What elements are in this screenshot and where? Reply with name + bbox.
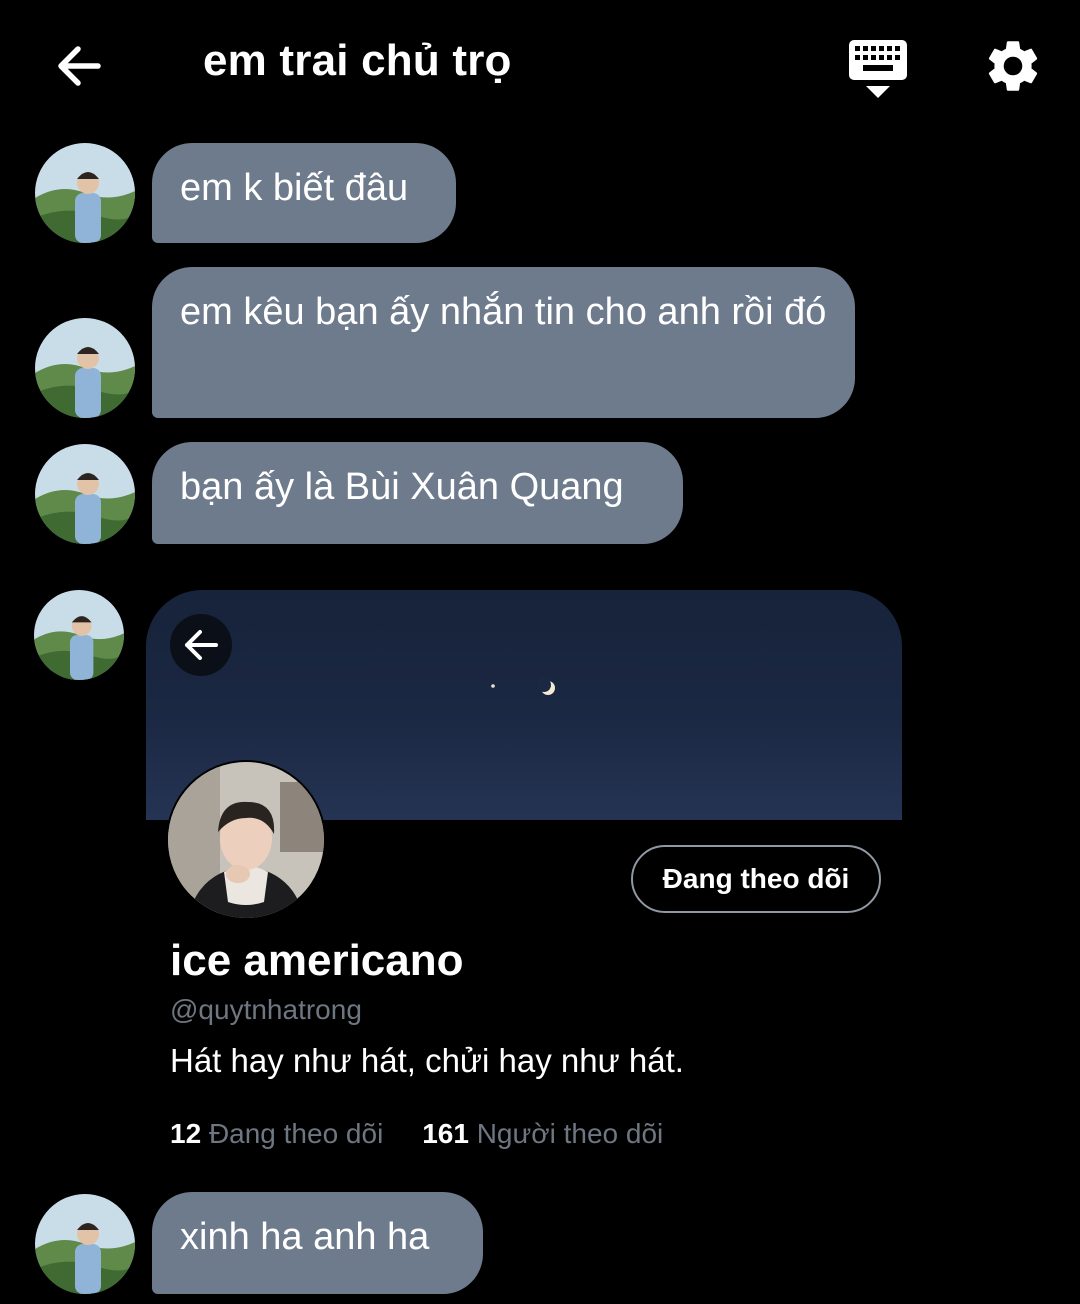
shared-profile-card[interactable]: Đang theo dõi ice americano @quytnhatron… bbox=[146, 590, 902, 1160]
message-text: xinh ha anh ha bbox=[180, 1216, 430, 1258]
gear-icon bbox=[988, 41, 1038, 91]
settings-button[interactable] bbox=[982, 35, 1044, 97]
sender-avatar[interactable] bbox=[35, 318, 135, 418]
keyboard-icon bbox=[849, 40, 907, 98]
message-text: em k biết đâu bbox=[180, 167, 409, 209]
arrow-left-icon bbox=[185, 630, 218, 660]
message-bubble: em k biết đâu bbox=[152, 143, 456, 243]
profile-avatar[interactable] bbox=[166, 760, 326, 920]
sender-avatar[interactable] bbox=[35, 444, 135, 544]
profile-bio: Hát hay như hát, chửi hay như hát. bbox=[170, 1042, 684, 1079]
chat-header: em trai chủ trọ bbox=[0, 0, 1080, 130]
followers-label: Người theo dõi bbox=[476, 1118, 664, 1149]
banner-back-button[interactable] bbox=[170, 614, 232, 676]
profile-handle: @quytnhatrong bbox=[170, 994, 362, 1025]
following-label: Đang theo dõi bbox=[208, 1118, 384, 1149]
arrow-left-icon bbox=[58, 46, 101, 86]
following-stat[interactable]: 12 Đang theo dõi bbox=[170, 1118, 383, 1149]
message-bubble: xinh ha anh ha bbox=[152, 1192, 483, 1294]
message-bubble: bạn ấy là Bùi Xuân Quang bbox=[152, 442, 683, 544]
following-button[interactable]: Đang theo dõi bbox=[631, 845, 881, 913]
following-count: 12 bbox=[170, 1118, 202, 1149]
keyboard-button[interactable] bbox=[846, 38, 910, 100]
message-bubble: em kêu bạn ấy nhắn tin cho anh rồi đó bbox=[152, 267, 855, 418]
message-text: em kêu bạn ấy nhắn tin cho anh rồi đó bbox=[180, 291, 827, 333]
chat-title: em trai chủ trọ bbox=[203, 36, 512, 85]
back-button[interactable] bbox=[52, 38, 108, 94]
profile-name: ice americano bbox=[170, 936, 464, 985]
followers-count: 161 bbox=[422, 1118, 469, 1149]
sender-avatar[interactable] bbox=[35, 1194, 135, 1294]
sender-avatar[interactable] bbox=[35, 143, 135, 243]
profile-stats: 12 Đang theo dõi 161 Người theo dõi bbox=[170, 1118, 663, 1150]
followers-stat[interactable]: 161 Người theo dõi bbox=[422, 1118, 663, 1149]
message-text: bạn ấy là Bùi Xuân Quang bbox=[180, 466, 624, 508]
sender-avatar[interactable] bbox=[34, 590, 124, 680]
